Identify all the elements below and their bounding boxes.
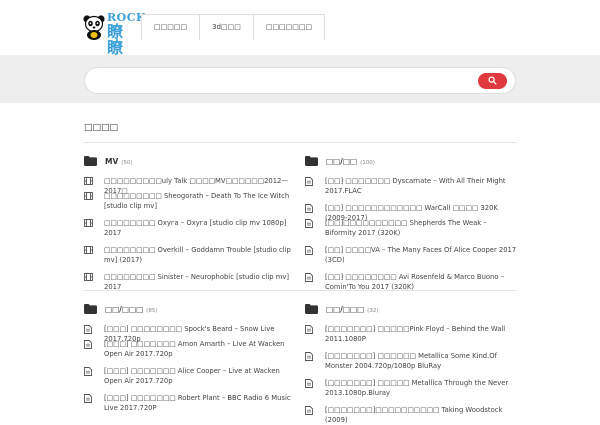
- list-item[interactable]: □□□□□□□□□ Sheogorath – Death To The Ice …: [84, 191, 296, 218]
- divider: [84, 290, 516, 291]
- file-icon: [84, 394, 92, 403]
- list-item[interactable]: [□□□□□□□] □□□□□Pink Floyd – Behind the W…: [305, 324, 517, 351]
- list-item[interactable]: [□□] □□□□VA – The Many Faces Of Alice Co…: [305, 245, 517, 272]
- category-count: (85): [146, 308, 158, 314]
- item-title: [□□□] □□□□□□□ Amon Amarth – Live At Wack…: [104, 340, 285, 358]
- item-title: [□□] □□□□□□□□ Avi Rosenfeld & Marco Buon…: [325, 273, 505, 291]
- category-header[interactable]: □□/□□□ (85): [84, 303, 296, 317]
- list-item[interactable]: [□□] □□□□□□□ Dyscarnate – With All Their…: [305, 176, 517, 203]
- item-title: [□□] □□□□VA – The Many Faces Of Alice Co…: [325, 246, 517, 264]
- film-icon: [84, 219, 93, 227]
- category-count: (32): [367, 308, 379, 314]
- list-item[interactable]: [□□]□□□□□□□□□□ Shepherds The Weak – Bifo…: [305, 218, 517, 245]
- film-icon: [84, 177, 93, 185]
- category-header[interactable]: MV (50): [84, 155, 296, 169]
- file-icon: [305, 219, 313, 228]
- item-title: □□□□□□□□□ Sheogorath – Death To The Ice …: [104, 192, 290, 210]
- item-list: [□□□] □□□□□□□□ Spock's Beard – Snow Live…: [84, 324, 296, 420]
- category-name: MV: [105, 157, 119, 166]
- item-list: □□□□□□□□□uly Talk □□□□MV□□□□□□2012—2017□…: [84, 176, 296, 291]
- item-title: [□□□] □□□□□□□ Robert Plant – BBC Radio 6…: [104, 394, 291, 412]
- item-title: [□□]□□□□□□□□□□ Shepherds The Weak – Bifo…: [325, 219, 487, 237]
- file-icon: [305, 406, 313, 415]
- list-item[interactable]: □□□□□□□□ Sinister – Neurophobic [studio …: [84, 272, 296, 291]
- file-icon: [84, 340, 92, 349]
- nav-tab-1[interactable]: □□□□□: [142, 15, 201, 40]
- search-bar: [84, 67, 516, 94]
- file-icon: [305, 177, 313, 186]
- list-item[interactable]: □□□□□□□□ Охуга – Охуга [studio clip mv 1…: [84, 218, 296, 245]
- search-button[interactable]: [478, 73, 507, 89]
- category-name: □□/□□□: [105, 305, 144, 314]
- list-item[interactable]: □□□□□□□□ Overkill – Goddamn Trouble [stu…: [84, 245, 296, 272]
- panda-logo-icon: [83, 15, 105, 40]
- category-name: □□/□□: [326, 157, 358, 166]
- site-logo[interactable]: ROCK 瞭瞭: [83, 11, 146, 56]
- category-count: (100): [360, 160, 375, 166]
- file-icon: [305, 204, 313, 213]
- item-title: □□□□□□□□ Overkill – Goddamn Trouble [stu…: [104, 246, 291, 264]
- film-icon: [84, 273, 93, 281]
- list-item[interactable]: □□□□□□□□□uly Talk □□□□MV□□□□□□2012—2017□: [84, 176, 296, 195]
- item-title: [□□□] □□□□□□□ Alice Cooper – Live at Wac…: [104, 367, 280, 385]
- main-nav: □□□□□ 3d□□□ □□□□□□□: [141, 14, 326, 40]
- item-title: [□□] □□□□□□□ Dyscarnate – With All Their…: [325, 177, 506, 195]
- nav-tab-2[interactable]: 3d□□□: [200, 15, 254, 40]
- item-title: □□□□□□□□ Охуга – Охуга [studio clip mv 1…: [104, 219, 287, 237]
- file-icon: [84, 367, 92, 376]
- list-item[interactable]: [□□□] □□□□□□□□ Spock's Beard – Snow Live…: [84, 324, 296, 343]
- folder-icon: [84, 156, 97, 166]
- file-icon: [305, 352, 313, 361]
- folder-icon: [84, 304, 97, 314]
- search-icon: [488, 76, 497, 85]
- category-header[interactable]: □□/□□ (100): [305, 155, 517, 169]
- item-title: [□□□□□□□] □□□□□□ Metallica Some Kind.Of …: [325, 352, 498, 370]
- file-icon: [305, 246, 313, 255]
- page-title: □□□□: [84, 123, 119, 133]
- search-input[interactable]: [97, 72, 477, 90]
- file-icon: [305, 379, 313, 388]
- category-live: □□/□□□ (85) [□□□] □□□□□□□□ Spock's Beard …: [84, 303, 296, 420]
- category-header[interactable]: □□/□□□ (32): [305, 303, 517, 317]
- list-item[interactable]: [□□] □□□□□□□□□□□□ WarCall □□□□ 320K (200…: [305, 203, 517, 222]
- search-band: [0, 55, 600, 103]
- item-list: [□□] □□□□□□□ Dyscarnate – With All Their…: [305, 176, 517, 299]
- list-item[interactable]: [□□□□□□□] □□□□□□ Metallica Some Kind.Of …: [305, 351, 517, 378]
- category-film: □□/□□□ (32) [□□□□□□□] □□□□□Pink Floyd – B…: [305, 303, 517, 424]
- item-title: □□□□□□□□ Sinister – Neurophobic [studio …: [104, 273, 290, 291]
- file-icon: [305, 273, 313, 282]
- file-icon: [305, 325, 313, 334]
- divider: [84, 142, 516, 143]
- logo-cn-text: 瞭瞭: [107, 22, 124, 57]
- item-title: [□□□□□□□] □□□□□ Metallica Through the Ne…: [325, 379, 509, 397]
- item-title: [□□□□□□□] □□□□□Pink Floyd – Behind the W…: [325, 325, 506, 343]
- film-icon: [84, 192, 93, 200]
- folder-icon: [305, 304, 318, 314]
- list-item[interactable]: [□□□] □□□□□□□ Robert Plant – BBC Radio 6…: [84, 393, 296, 420]
- list-item[interactable]: [□□□] □□□□□□□ Amon Amarth – Live At Wack…: [84, 339, 296, 366]
- site-header: ROCK 瞭瞭 □□□□□ 3d□□□ □□□□□□□: [0, 0, 600, 56]
- category-music: □□/□□ (100) [□□] □□□□□□□ Dyscarnate – Wit…: [305, 155, 517, 299]
- film-icon: [84, 246, 93, 254]
- folder-icon: [305, 156, 318, 166]
- list-item[interactable]: [□□□□□□□]□□□□□□□□□□ Taking Woodstock (20…: [305, 405, 517, 424]
- list-item[interactable]: [□□] □□□□□□□□ Avi Rosenfeld & Marco Buon…: [305, 272, 517, 299]
- item-list: [□□□□□□□] □□□□□Pink Floyd – Behind the W…: [305, 324, 517, 424]
- nav-tab-3[interactable]: □□□□□□□: [253, 15, 325, 40]
- list-item[interactable]: [□□□] □□□□□□□ Alice Cooper – Live at Wac…: [84, 366, 296, 393]
- list-item[interactable]: [□□□□□□□] □□□□□ Metallica Through the Ne…: [305, 378, 517, 405]
- item-title: [□□□□□□□]□□□□□□□□□□ Taking Woodstock (20…: [325, 406, 503, 424]
- file-icon: [84, 325, 92, 334]
- category-name: □□/□□□: [326, 305, 365, 314]
- category-count: (50): [121, 160, 133, 166]
- category-mv: MV (50) □□□□□□□□□uly Talk □□□□MV□□□□□□201…: [84, 155, 296, 291]
